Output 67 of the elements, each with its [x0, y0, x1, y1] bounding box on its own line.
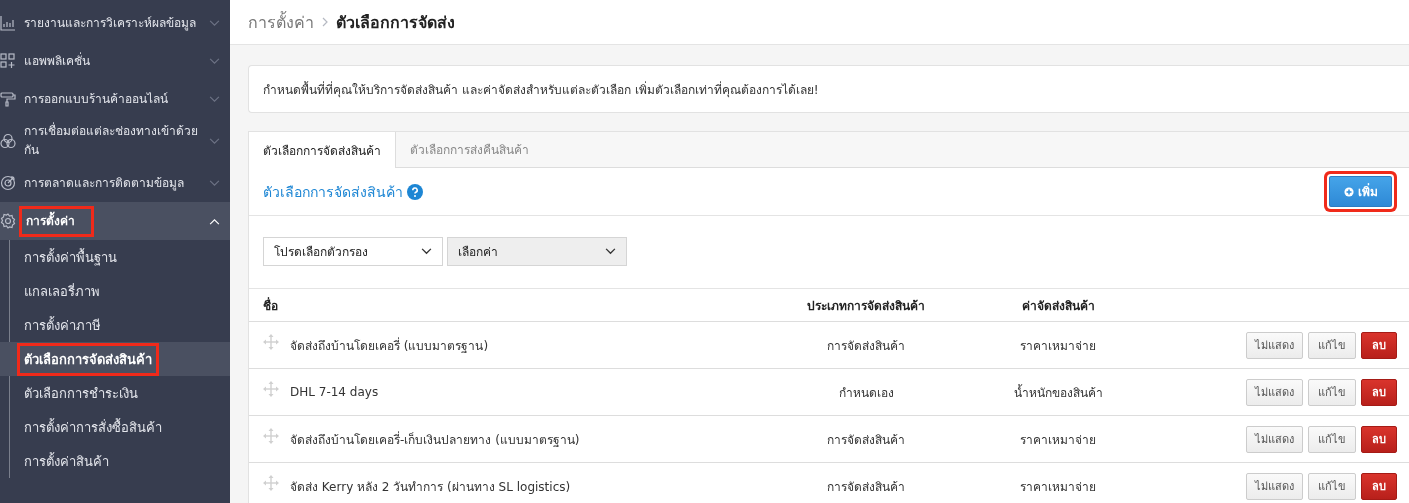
- chevron-down-icon: [209, 57, 220, 65]
- grid-icon: [0, 53, 16, 69]
- settings-icon: [0, 213, 16, 229]
- delete-button[interactable]: ลบ: [1361, 378, 1397, 406]
- table-cell: น้ำหนักของสินค้า: [1013, 385, 1103, 400]
- sidebar-item[interactable]: การเชื่อมต่อแต่ละช่องทางเข้าด้วยกัน: [0, 118, 230, 164]
- sidebar-subitem[interactable]: การตั้งค่าภาษี: [0, 308, 230, 342]
- action-button[interactable]: แก้ไข: [1308, 425, 1356, 453]
- action-button[interactable]: แก้ไข: [1308, 472, 1356, 500]
- sidebar-item[interactable]: รายงานและการวิเคราะห์ผลข้อมูล: [0, 4, 230, 42]
- chevron-down-icon: [605, 248, 616, 255]
- paint-roller-icon: [0, 91, 16, 107]
- chevron-right-icon: [322, 17, 328, 27]
- plus-circle-icon: [1343, 186, 1354, 197]
- drag-handle-icon[interactable]: [263, 475, 279, 491]
- action-button[interactable]: แก้ไข: [1308, 378, 1356, 406]
- table-cell: การจัดส่งสินค้า: [827, 338, 905, 353]
- section-title: ตัวเลือกการจัดส่งสินค้า: [263, 182, 403, 202]
- table-cell: ราคาเหมาจ่าย: [1020, 479, 1096, 494]
- chevron-down-icon: [209, 137, 220, 145]
- table-cell: ราคาเหมาจ่าย: [1020, 338, 1096, 353]
- chevron-down-icon: [209, 179, 220, 187]
- drag-handle-icon[interactable]: [263, 334, 279, 350]
- table-cell: ราคาเหมาจ่าย: [1020, 432, 1096, 447]
- sidebar-subitem[interactable]: การตั้งค่าการสั่งซื้อสินค้า: [0, 410, 230, 444]
- drag-handle-icon[interactable]: [263, 428, 279, 444]
- table-cell: การจัดส่งสินค้า: [827, 479, 905, 494]
- sidebar-subitem[interactable]: การตั้งค่าพื้นฐาน: [0, 240, 230, 274]
- sidebar-subitem[interactable]: ตัวเลือกการจัดส่งสินค้า: [0, 342, 230, 376]
- help-icon[interactable]: [407, 183, 423, 200]
- table-cell: กำหนดเอง: [838, 385, 894, 400]
- tab[interactable]: ตัวเลือกการจัดส่งสินค้า: [249, 132, 396, 168]
- breadcrumb-link[interactable]: การตั้งค่า: [248, 9, 314, 35]
- delete-button[interactable]: ลบ: [1361, 331, 1397, 359]
- sidebar-item[interactable]: การตลาดและการติดตามข้อมูล: [0, 164, 230, 202]
- sidebar-subitem[interactable]: ตัวเลือกการชำระเงิน: [0, 376, 230, 410]
- action-button[interactable]: ไม่แสดง: [1246, 425, 1303, 453]
- chevron-down-icon: [421, 248, 432, 255]
- table-cell: DHL 7-14 days: [290, 385, 379, 399]
- filter-dropdown[interactable]: โปรดเลือกตัวกรอง: [263, 237, 443, 266]
- drag-handle-icon[interactable]: [263, 381, 279, 397]
- column-header: ชื่อ: [262, 296, 279, 315]
- table-cell-text: จัดส่งถึงบ้านโดยเคอรี่-เก็บเงินปลายทาง (แบบมาตรฐาน): [290, 430, 580, 449]
- page-title: ตัวเลือกการจัดส่ง: [336, 11, 455, 34]
- table-cell: การจัดส่งสินค้า: [827, 432, 905, 447]
- action-button[interactable]: ไม่แสดง: [1246, 331, 1303, 359]
- table-cell-text: จัดส่งถึงบ้านโดยเคอรี่ (แบบมาตรฐาน): [290, 336, 489, 355]
- chevron-down-icon: [209, 19, 220, 27]
- column-header: ประเภทการจัดส่งสินค้า: [806, 297, 926, 315]
- action-button[interactable]: ไม่แสดง: [1246, 378, 1303, 406]
- sidebar-item[interactable]: การออกแบบร้านค้าออนไลน์: [0, 80, 230, 118]
- sidebar-subitem[interactable]: แกลเลอรี่ภาพ: [0, 274, 230, 308]
- chevron-up-icon: [209, 217, 220, 225]
- info-text: กำหนดพื้นที่ที่คุณให้บริการจัดส่งสินค้า และค่าจัดส่งสำหรับแต่ละตัวเลือก เพิ่มตัวเลือกเท่าที่คุณต้องการได้เลย!: [263, 80, 819, 99]
- chevron-down-icon: [209, 95, 220, 103]
- sidebar-item[interactable]: การตั้งค่า: [0, 202, 230, 240]
- action-button[interactable]: แก้ไข: [1308, 331, 1356, 359]
- table-cell-text: จัดส่ง Kerry หลัง 2 วันทำการ (ผ่านทาง SL logistics): [290, 478, 571, 496]
- circles-icon: [0, 133, 16, 149]
- sidebar-subitem[interactable]: การตั้งค่าสินค้า: [0, 444, 230, 478]
- action-button[interactable]: ไม่แสดง: [1246, 472, 1303, 500]
- delete-button[interactable]: ลบ: [1361, 425, 1397, 453]
- column-header: ค่าจัดส่งสินค้า: [1020, 297, 1096, 315]
- chart-icon: [0, 15, 16, 31]
- target-icon: [0, 175, 16, 191]
- delete-button[interactable]: ลบ: [1361, 472, 1397, 500]
- sidebar-item[interactable]: แอพพลิเคชั่น: [0, 42, 230, 80]
